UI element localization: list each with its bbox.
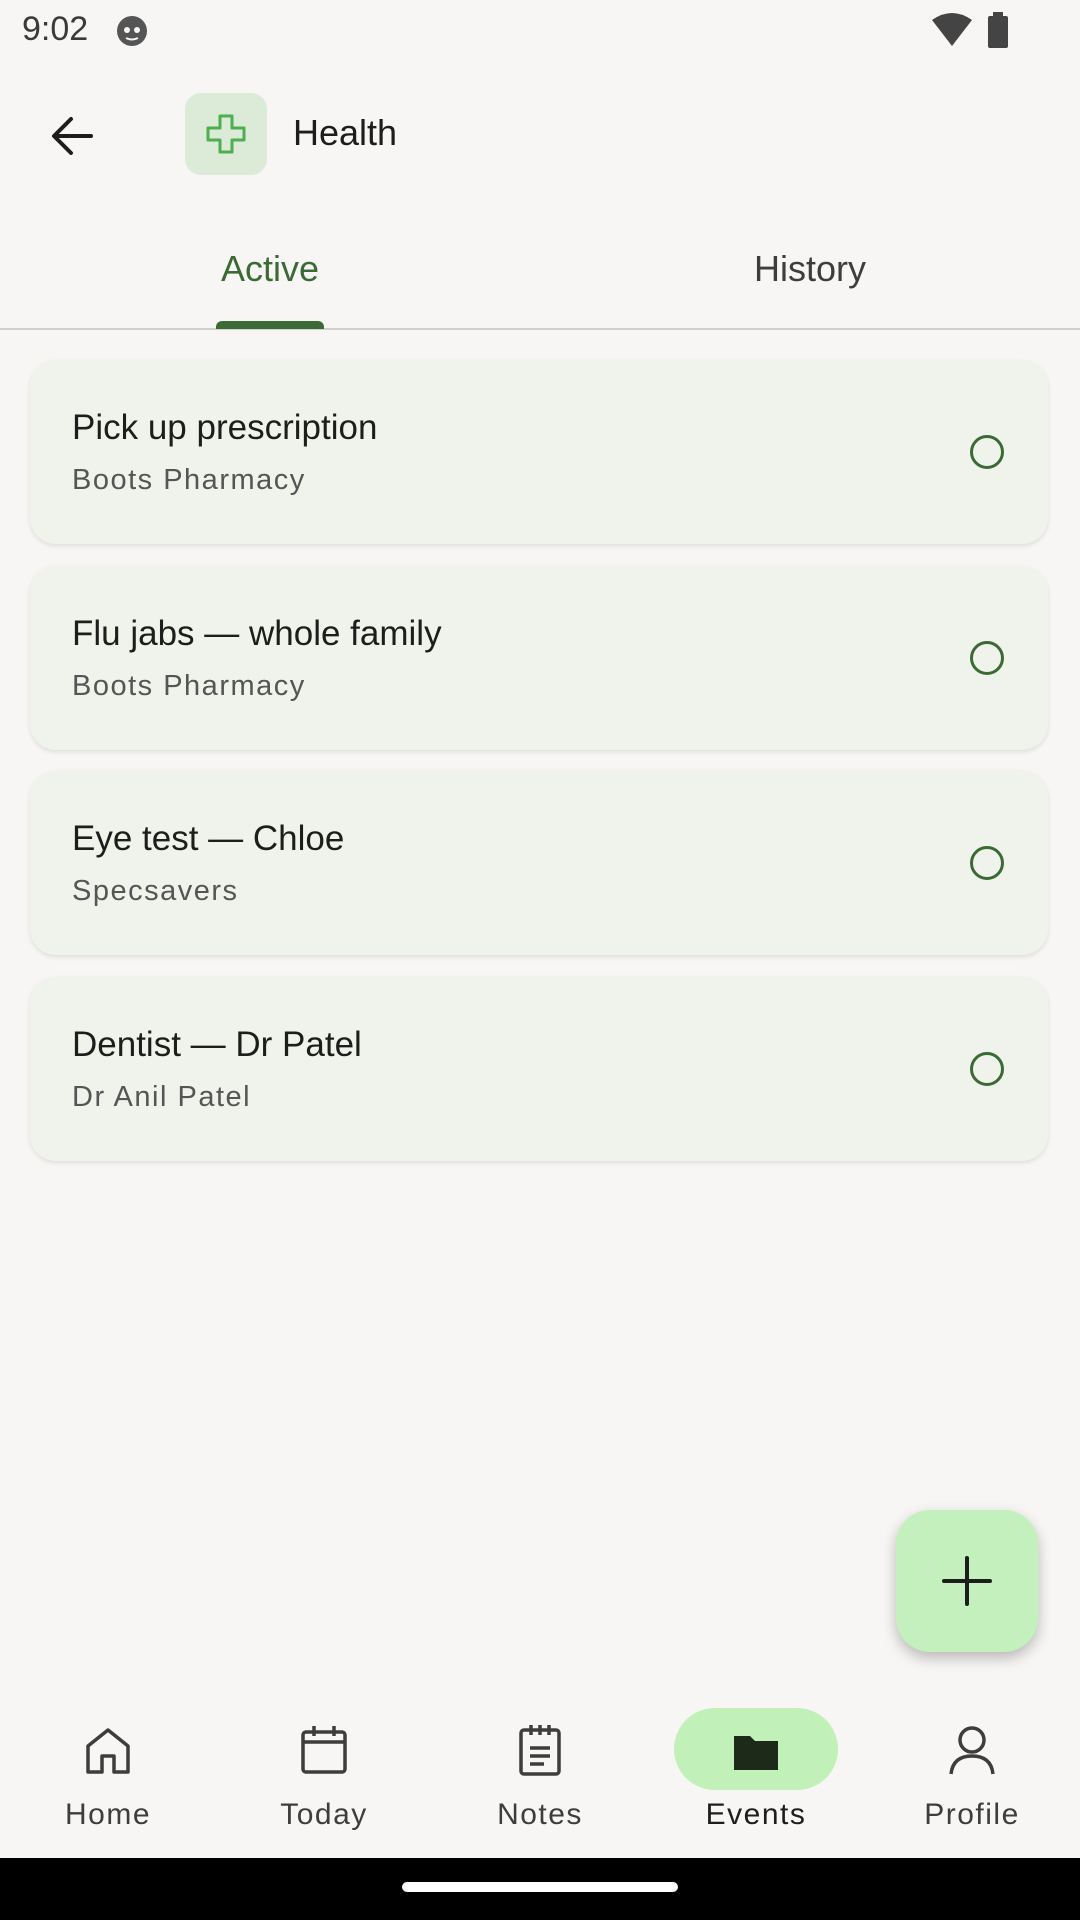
- arrow-back-icon: [52, 117, 93, 155]
- nav-notes[interactable]: Notes: [432, 1690, 648, 1858]
- wifi-icon: [932, 13, 972, 46]
- add-event-button[interactable]: [896, 1510, 1038, 1652]
- tab-active[interactable]: Active: [0, 210, 540, 328]
- tab-bar: Active History: [0, 210, 1080, 330]
- event-title: Flu jabs — whole family: [72, 614, 442, 653]
- nav-label: Today: [280, 1798, 368, 1831]
- complete-checkbox[interactable]: [970, 435, 1004, 469]
- tab-indicator: [216, 321, 324, 329]
- event-card[interactable]: Dentist — Dr Patel Dr Anil Patel: [30, 977, 1048, 1161]
- event-card[interactable]: Flu jabs — whole family Boots Pharmacy: [30, 566, 1048, 750]
- event-title: Pick up prescription: [72, 408, 378, 447]
- status-bar: 9:02: [0, 0, 1080, 62]
- complete-checkbox[interactable]: [970, 846, 1004, 880]
- calendar-icon: [301, 1726, 347, 1774]
- medical-cross-icon: [206, 114, 246, 154]
- nav-label: Profile: [924, 1798, 1020, 1831]
- event-card[interactable]: Pick up prescription Boots Pharmacy: [30, 360, 1048, 544]
- event-location: Boots Pharmacy: [72, 670, 306, 702]
- nav-events[interactable]: Events: [648, 1690, 864, 1858]
- page-title: Health: [293, 112, 398, 153]
- person-icon: [949, 1726, 995, 1775]
- complete-checkbox[interactable]: [970, 641, 1004, 675]
- plus-icon: [942, 1556, 992, 1606]
- event-title: Dentist — Dr Patel: [72, 1025, 362, 1064]
- category-icon-box: [185, 93, 267, 175]
- event-location: Specsavers: [72, 875, 239, 907]
- home-gesture-handle[interactable]: [402, 1882, 678, 1892]
- battery-icon: [988, 12, 1008, 48]
- cat-face-icon: [117, 16, 147, 46]
- event-title: Eye test — Chloe: [72, 819, 345, 858]
- top-app-bar: Health: [0, 62, 1080, 210]
- gesture-navigation-bar: [0, 1858, 1080, 1920]
- folder-icon: [734, 1736, 778, 1770]
- nav-home[interactable]: Home: [0, 1690, 216, 1858]
- tab-history[interactable]: History: [540, 210, 1080, 328]
- bottom-navigation: Home Today Notes Events Profile: [0, 1690, 1080, 1858]
- back-button[interactable]: [34, 98, 110, 174]
- nav-label: Events: [705, 1798, 807, 1831]
- status-time: 9:02: [22, 10, 89, 48]
- nav-profile[interactable]: Profile: [864, 1690, 1080, 1858]
- complete-checkbox[interactable]: [970, 1052, 1004, 1086]
- notepad-icon: [519, 1725, 561, 1776]
- event-location: Boots Pharmacy: [72, 464, 306, 496]
- home-icon: [86, 1728, 130, 1774]
- nav-today[interactable]: Today: [216, 1690, 432, 1858]
- nav-label: Home: [64, 1798, 152, 1831]
- event-card[interactable]: Eye test — Chloe Specsavers: [30, 771, 1048, 955]
- nav-label: Notes: [497, 1798, 583, 1831]
- event-location: Dr Anil Patel: [72, 1081, 252, 1113]
